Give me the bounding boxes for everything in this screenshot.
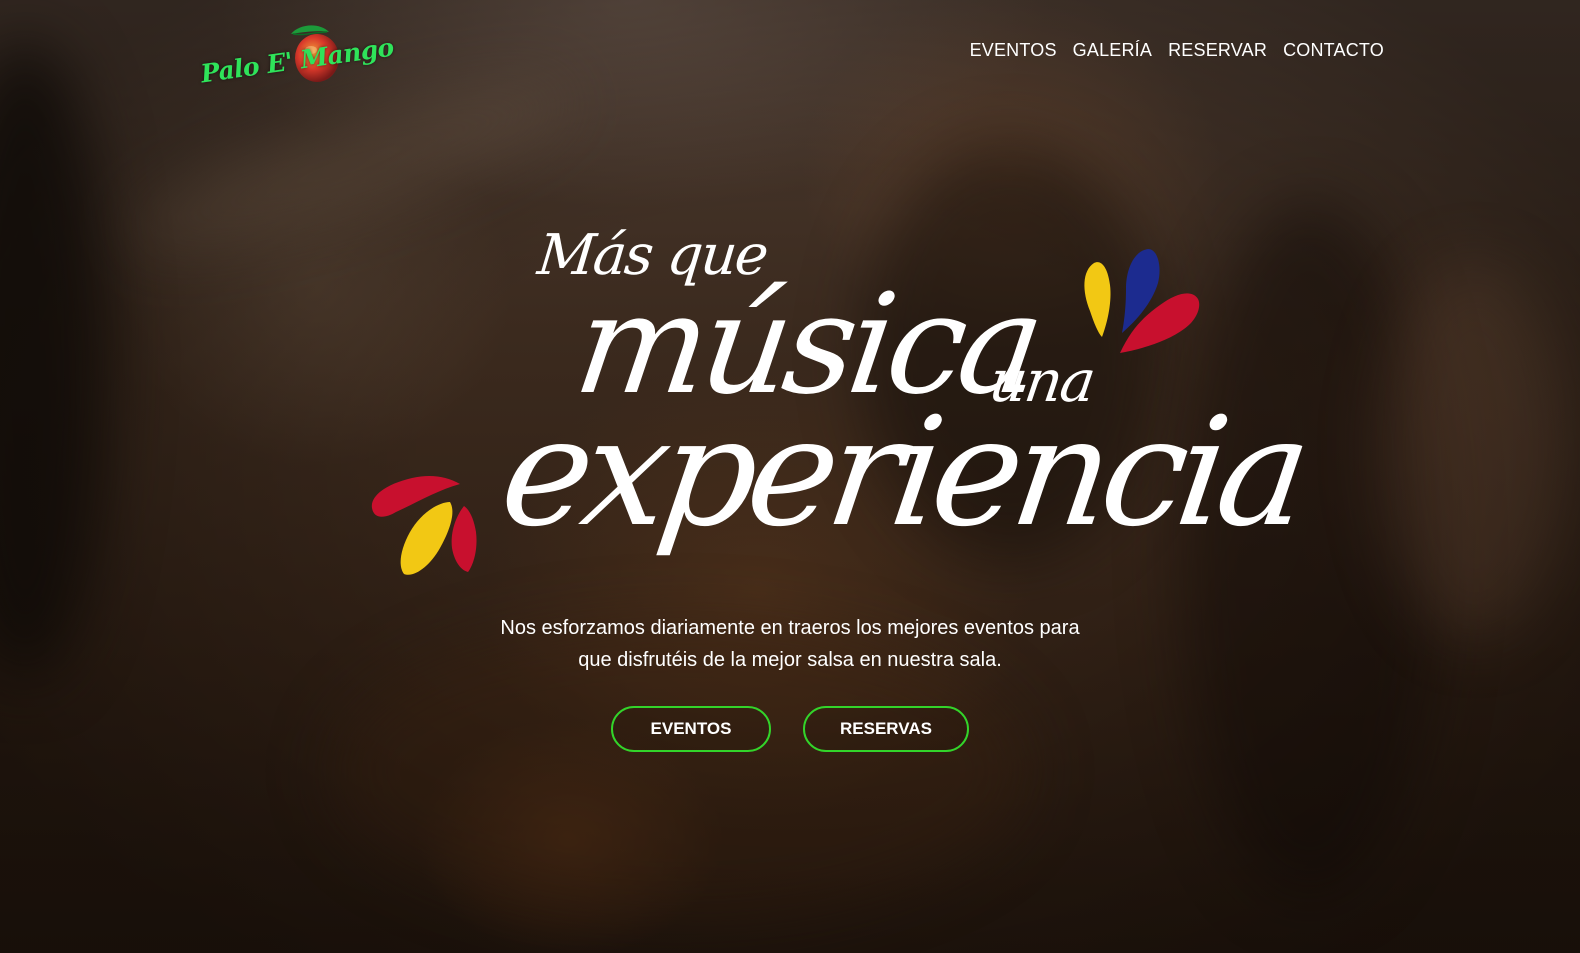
nav-item-contacto[interactable]: CONTACTO xyxy=(1283,40,1384,61)
hero-subtitle: Nos esforzamos diariamente en traeros lo… xyxy=(440,612,1140,676)
hero-subtitle-line: Nos esforzamos diariamente en traeros lo… xyxy=(500,617,1080,639)
main-nav: EVENTOS GALERÍA RESERVAR CONTACTO xyxy=(970,40,1384,61)
background-vignette xyxy=(0,0,1580,953)
eventos-button[interactable]: EVENTOS xyxy=(611,706,771,752)
nav-item-eventos[interactable]: EVENTOS xyxy=(970,40,1057,61)
hero-section: Palo E' Mango EVENTOS GALERÍA RESERVAR C… xyxy=(0,0,1580,953)
nav-item-galeria[interactable]: GALERÍA xyxy=(1073,40,1152,61)
reservas-button[interactable]: RESERVAS xyxy=(803,706,969,752)
site-logo[interactable]: Palo E' Mango xyxy=(199,24,395,88)
hero-subtitle-line: que disfrutéis de la mejor salsa en nues… xyxy=(578,649,1002,671)
nav-item-reservar[interactable]: RESERVAR xyxy=(1168,40,1267,61)
